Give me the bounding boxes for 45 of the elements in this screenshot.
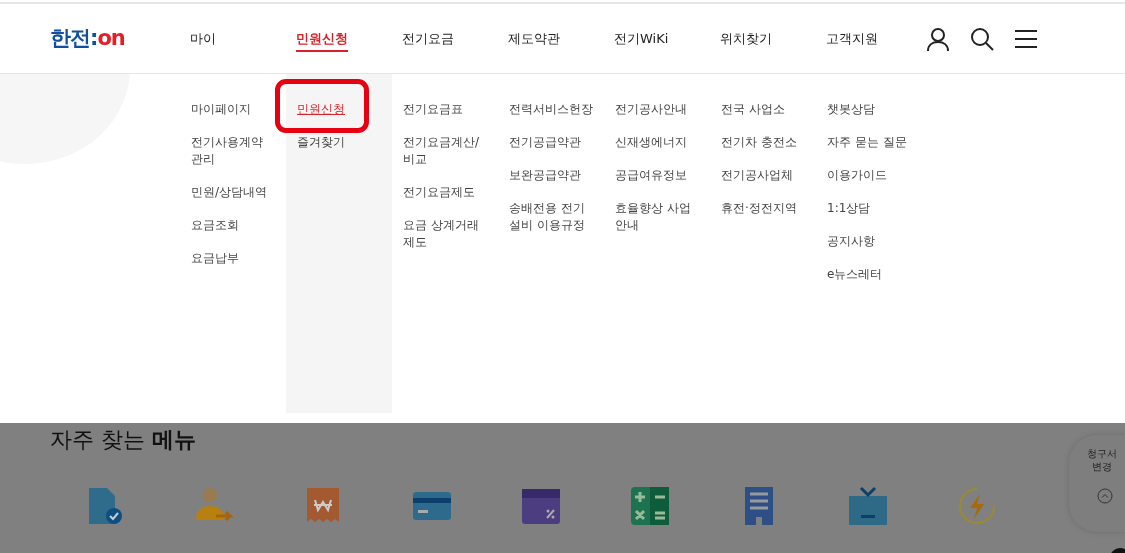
nav-tab[interactable]: 민원신청 xyxy=(296,30,348,52)
nav-tab[interactable]: 제도약관 xyxy=(508,30,560,50)
logo[interactable]: 한전:on xyxy=(50,22,180,55)
menu-link[interactable]: 자주 묻는 질문 xyxy=(827,134,913,151)
menu-link[interactable]: 전기사용계약관리 xyxy=(191,134,269,168)
tv-icon[interactable] xyxy=(848,486,888,526)
menu-link[interactable]: 전기요금계산/비교 xyxy=(403,134,489,168)
menu-link[interactable]: 민원신청 xyxy=(297,101,383,118)
side-panel-label[interactable]: 청구서 변경 xyxy=(1087,447,1117,473)
menu-link[interactable]: 효율향상 사업 안내 xyxy=(615,200,701,234)
menu-link[interactable]: 즐겨찾기 xyxy=(297,134,383,151)
menu-link[interactable]: 1:1상담 xyxy=(827,200,913,217)
nav-tab[interactable]: 마이 xyxy=(190,30,216,50)
menu-link[interactable]: 전기공사안내 xyxy=(615,101,701,118)
menu-link[interactable]: 송배전용 전기설비 이용규정 xyxy=(509,200,595,234)
menu-link[interactable]: e뉴스레터 xyxy=(827,266,913,283)
scroll-top-icon[interactable] xyxy=(1097,488,1113,504)
user-icon[interactable] xyxy=(925,25,951,52)
menu-link[interactable]: 요금납부 xyxy=(191,250,269,267)
calculator-icon[interactable] xyxy=(630,486,670,526)
menu-link[interactable]: 전기차 충전소 xyxy=(721,134,807,151)
nav-tab[interactable]: 전기WiKi xyxy=(614,30,669,50)
menu-link[interactable]: 전기공사업체 xyxy=(721,167,807,184)
menu-link[interactable]: 전기요금표 xyxy=(403,101,489,118)
section-title: 자주 찾는 메뉴 xyxy=(50,426,196,454)
calendar-icon[interactable] xyxy=(521,486,561,526)
menu-link[interactable]: 전국 사업소 xyxy=(721,101,807,118)
menu-link[interactable]: 신재생에너지 xyxy=(615,134,701,151)
search-icon[interactable] xyxy=(969,25,995,52)
menu-link[interactable]: 공급여유정보 xyxy=(615,167,701,184)
menu-link[interactable]: 민원/상담내역 xyxy=(191,184,269,201)
menu-link[interactable]: 보완공급약관 xyxy=(509,167,595,184)
menu-link[interactable]: 전력서비스헌장 xyxy=(509,101,595,118)
menu-link[interactable]: 전기공급약관 xyxy=(509,134,595,151)
nav-tab[interactable]: 위치찾기 xyxy=(720,30,772,50)
menu-link[interactable]: 휴전·정전지역 xyxy=(721,200,807,217)
menu-link[interactable]: 요금 상계거래 제도 xyxy=(403,217,489,251)
menu-link[interactable]: 마이페이지 xyxy=(191,101,269,118)
menu-link[interactable]: 요금조회 xyxy=(191,217,269,234)
menu-link[interactable]: 전기요금제도 xyxy=(403,184,489,201)
nav-tab[interactable]: 전기요금 xyxy=(402,30,454,50)
menu-link[interactable]: 이용가이드 xyxy=(827,167,913,184)
menu-link[interactable]: 공지사항 xyxy=(827,233,913,250)
nav-tab[interactable]: 고객지원 xyxy=(826,30,878,50)
menu-link[interactable]: 챗봇상담 xyxy=(827,101,913,118)
